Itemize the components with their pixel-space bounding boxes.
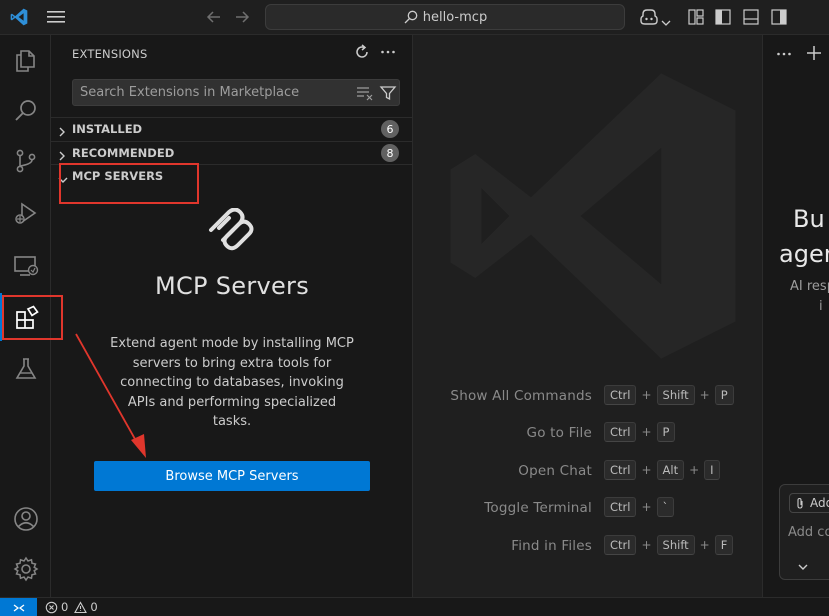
account-icon	[13, 507, 38, 531]
warning-count: 0	[90, 600, 98, 614]
error-count: 0	[61, 600, 69, 614]
mcp-logo-icon	[207, 207, 257, 262]
chevron-down-icon[interactable]	[661, 12, 671, 31]
section-recommended[interactable]: RECOMMENDED 8	[51, 141, 413, 163]
testing-button[interactable]	[0, 345, 51, 393]
new-chat-plus-icon[interactable]	[805, 44, 823, 66]
toggle-primary-sidebar-icon[interactable]	[714, 8, 732, 30]
command-center-text: hello-mcp	[422, 9, 488, 25]
chat-input-placeholder: Add co	[788, 525, 829, 540]
extensions-search-input[interactable]	[73, 80, 343, 105]
toggle-panel-icon[interactable]	[742, 8, 760, 30]
back-arrow-icon[interactable]	[205, 9, 223, 29]
files-icon	[15, 50, 35, 72]
remote-icon	[13, 603, 24, 612]
beaker-icon	[15, 358, 36, 379]
gear-icon	[13, 556, 38, 582]
mcp-servers-heading: MCP Servers	[154, 272, 310, 300]
paperclip-icon	[795, 497, 805, 513]
filter-icon[interactable]	[379, 84, 397, 106]
source-control-button[interactable]	[0, 137, 51, 185]
error-icon	[45, 601, 58, 613]
copilot-icon[interactable]	[639, 8, 659, 30]
chat-welcome-title-line2: agen	[779, 240, 829, 268]
more-actions-icon[interactable]	[775, 45, 793, 67]
vscode-watermark-icon	[438, 61, 748, 375]
search-icon	[14, 100, 36, 121]
section-installed[interactable]: INSTALLED 6	[51, 117, 413, 139]
remote-indicator-button[interactable]	[0, 598, 37, 616]
search-button[interactable]	[0, 87, 51, 135]
chat-panel: Bu agen AI resp i Add Add co	[762, 35, 829, 597]
add-context-button[interactable]: Add	[789, 493, 829, 513]
chevron-right-icon	[57, 123, 67, 142]
chevron-down-icon[interactable]	[797, 557, 809, 576]
section-label: RECOMMENDED	[72, 145, 175, 160]
shortcut-find-in-files: Find in Files Ctrl + Shift + F	[413, 535, 762, 557]
count-badge: 6	[381, 120, 399, 138]
accounts-button[interactable]	[0, 495, 51, 543]
toggle-secondary-sidebar-icon[interactable]	[770, 8, 788, 30]
chat-input-box[interactable]: Add Add co	[779, 484, 829, 580]
chat-welcome-subtitle: AI resp	[790, 279, 829, 294]
warning-icon	[74, 600, 88, 613]
customize-layout-icon[interactable]	[687, 8, 705, 30]
annotation-box-mcp-servers	[59, 163, 199, 204]
run-debug-icon	[14, 202, 36, 224]
menu-icon[interactable]	[46, 9, 66, 29]
remote-explorer-icon	[13, 256, 38, 276]
chat-welcome-subtitle-line2: i	[819, 299, 823, 314]
forward-arrow-icon[interactable]	[233, 9, 251, 29]
editor-area: Show All Commands Ctrl + Shift + P Go to F…	[413, 35, 762, 597]
more-actions-icon[interactable]	[379, 43, 397, 65]
chat-welcome-title: Bu	[793, 205, 825, 233]
sidebar-title: EXTENSIONS	[72, 47, 148, 61]
extensions-search-box[interactable]	[72, 79, 400, 106]
extensions-sidebar: EXTENSIONS INSTALLED 6 RECOMMENDED 8 MCP…	[51, 35, 413, 597]
clear-filter-icon[interactable]	[356, 85, 374, 105]
problems-indicator[interactable]: 0 0	[45, 600, 98, 614]
shortcut-open-chat: Open Chat Ctrl + Alt + I	[413, 460, 762, 482]
command-center-search[interactable]: hello-mcp	[265, 4, 625, 30]
manage-button[interactable]	[0, 545, 51, 593]
browse-mcp-servers-button[interactable]: Browse MCP Servers	[94, 461, 370, 491]
explorer-button[interactable]	[0, 37, 51, 85]
title-bar: hello-mcp	[0, 0, 829, 35]
shortcut-go-to-file: Go to File Ctrl + P	[413, 422, 762, 444]
count-badge: 8	[381, 144, 399, 162]
source-control-icon	[16, 149, 35, 173]
status-bar: 0 0	[0, 597, 829, 616]
search-icon	[404, 10, 418, 24]
run-and-debug-button[interactable]	[0, 189, 51, 237]
refresh-icon[interactable]	[353, 43, 371, 65]
shortcut-show-all-commands: Show All Commands Ctrl + Shift + P	[413, 385, 762, 407]
remote-explorer-button[interactable]	[0, 241, 51, 289]
section-label: INSTALLED	[72, 121, 143, 136]
annotation-arrow	[75, 333, 146, 458]
vscode-logo-icon	[9, 7, 29, 31]
shortcut-toggle-terminal: Toggle Terminal Ctrl + `	[413, 497, 762, 519]
annotation-box-extensions	[2, 295, 63, 340]
